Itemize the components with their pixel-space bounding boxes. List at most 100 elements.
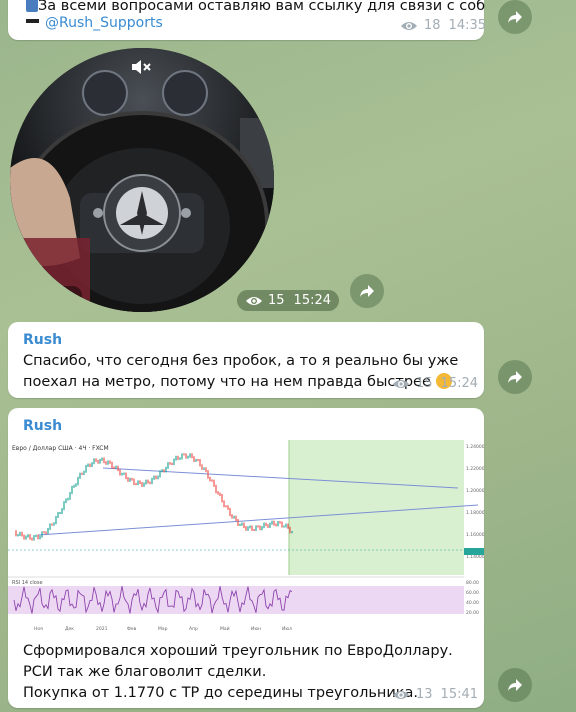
author-name[interactable]: Rush bbox=[23, 332, 62, 348]
price-tick-label: 1.24000 bbox=[466, 444, 484, 450]
candle bbox=[265, 522, 267, 527]
candle bbox=[201, 464, 203, 470]
candle bbox=[257, 525, 259, 528]
candle bbox=[41, 531, 43, 538]
candle bbox=[215, 484, 217, 494]
share-arrow-icon bbox=[360, 285, 374, 297]
candle bbox=[177, 455, 179, 460]
candle bbox=[15, 530, 17, 537]
chart-image[interactable]: Евро / Доллар США · 4Ч · FXCM 1.24000 1.2… bbox=[8, 440, 484, 640]
video-duration: 00:12 bbox=[18, 286, 82, 305]
candle bbox=[211, 479, 213, 482]
candle bbox=[189, 453, 191, 458]
forward-button[interactable] bbox=[498, 360, 532, 394]
candle bbox=[131, 477, 133, 481]
message-bubble: Rush Евро / Доллар США · 4Ч · FXCM 1.240… bbox=[8, 408, 484, 708]
price-tick-label: 1.20000 bbox=[466, 488, 484, 494]
candle bbox=[161, 469, 163, 473]
candle bbox=[99, 458, 101, 464]
candle bbox=[235, 515, 237, 522]
candle bbox=[49, 523, 51, 530]
candle bbox=[63, 501, 65, 511]
candle bbox=[275, 523, 277, 527]
candle bbox=[255, 525, 257, 532]
time-tick-label: Июн bbox=[251, 626, 261, 632]
candle bbox=[45, 531, 47, 535]
dash-icon bbox=[26, 19, 39, 23]
candle bbox=[283, 525, 285, 528]
support-link[interactable]: @Rush_Supports bbox=[45, 15, 163, 31]
view-count: 15 bbox=[268, 293, 285, 308]
candle bbox=[85, 464, 87, 473]
candle bbox=[93, 458, 95, 465]
forward-button[interactable] bbox=[350, 274, 384, 308]
candle bbox=[185, 453, 187, 459]
candle bbox=[103, 457, 105, 464]
candle bbox=[251, 525, 253, 531]
candle bbox=[173, 458, 175, 466]
candle bbox=[127, 477, 129, 482]
candle bbox=[87, 463, 89, 467]
phone-icon bbox=[26, 0, 38, 12]
candle bbox=[21, 531, 23, 537]
candle bbox=[289, 526, 291, 534]
candle bbox=[169, 462, 171, 465]
candle bbox=[31, 537, 33, 541]
candle bbox=[43, 531, 45, 534]
candle bbox=[291, 530, 293, 534]
candle bbox=[277, 521, 279, 527]
author-name[interactable]: Rush bbox=[23, 418, 62, 434]
candle bbox=[29, 534, 31, 540]
candle bbox=[17, 533, 19, 537]
candle bbox=[279, 521, 281, 524]
message-time: 15:24 bbox=[293, 293, 332, 308]
view-count: 13 bbox=[416, 687, 433, 702]
rsi-tick-label: 60.00 bbox=[466, 590, 479, 596]
candle bbox=[61, 508, 63, 515]
candle bbox=[79, 472, 81, 479]
rsi-axis: 80.00 60.00 40.00 20.00 bbox=[466, 580, 479, 616]
candle bbox=[207, 470, 209, 479]
price-axis: 1.240001.220001.200001.180001.160001.140… bbox=[466, 444, 484, 560]
chart-header: Евро / Доллар США · 4Ч · FXCM bbox=[12, 445, 109, 452]
candle bbox=[233, 515, 235, 519]
rsi-label: RSI 14 close bbox=[12, 580, 43, 586]
candle bbox=[149, 481, 151, 485]
price-tick-label: 1.16000 bbox=[466, 532, 484, 538]
message-meta: 13 15:41 bbox=[392, 687, 478, 702]
candle bbox=[153, 475, 155, 480]
time-tick-label: 2021 bbox=[96, 626, 108, 632]
video-message[interactable]: 00:12 bbox=[10, 48, 274, 312]
candle bbox=[105, 461, 107, 465]
candle bbox=[115, 465, 117, 470]
candle bbox=[137, 480, 139, 486]
candle bbox=[155, 475, 157, 480]
candle bbox=[33, 535, 35, 541]
candle bbox=[217, 491, 219, 495]
forward-button[interactable] bbox=[498, 668, 532, 702]
candle bbox=[175, 455, 177, 461]
candle bbox=[39, 535, 41, 540]
candle bbox=[205, 467, 207, 473]
candle bbox=[209, 476, 211, 482]
candle bbox=[37, 534, 39, 540]
candle bbox=[197, 458, 199, 462]
candle bbox=[203, 467, 205, 470]
candle bbox=[227, 505, 229, 510]
candle bbox=[121, 472, 123, 476]
candle bbox=[181, 453, 183, 460]
candle bbox=[53, 522, 55, 526]
forward-button[interactable] bbox=[498, 0, 532, 34]
candle bbox=[285, 523, 287, 528]
candle bbox=[109, 460, 111, 464]
candle bbox=[271, 520, 273, 525]
price-tick-label: 1.18000 bbox=[466, 510, 484, 516]
candle bbox=[267, 524, 269, 528]
candle bbox=[55, 515, 57, 525]
candle bbox=[243, 522, 245, 529]
link-row: @Rush_Supports bbox=[26, 15, 163, 31]
time-axis: Ноя Дек 2021 Фев Мар Апр Май Июн Июл bbox=[34, 625, 292, 632]
candle bbox=[237, 519, 239, 526]
mute-icon[interactable] bbox=[130, 58, 152, 76]
candle bbox=[245, 526, 247, 531]
